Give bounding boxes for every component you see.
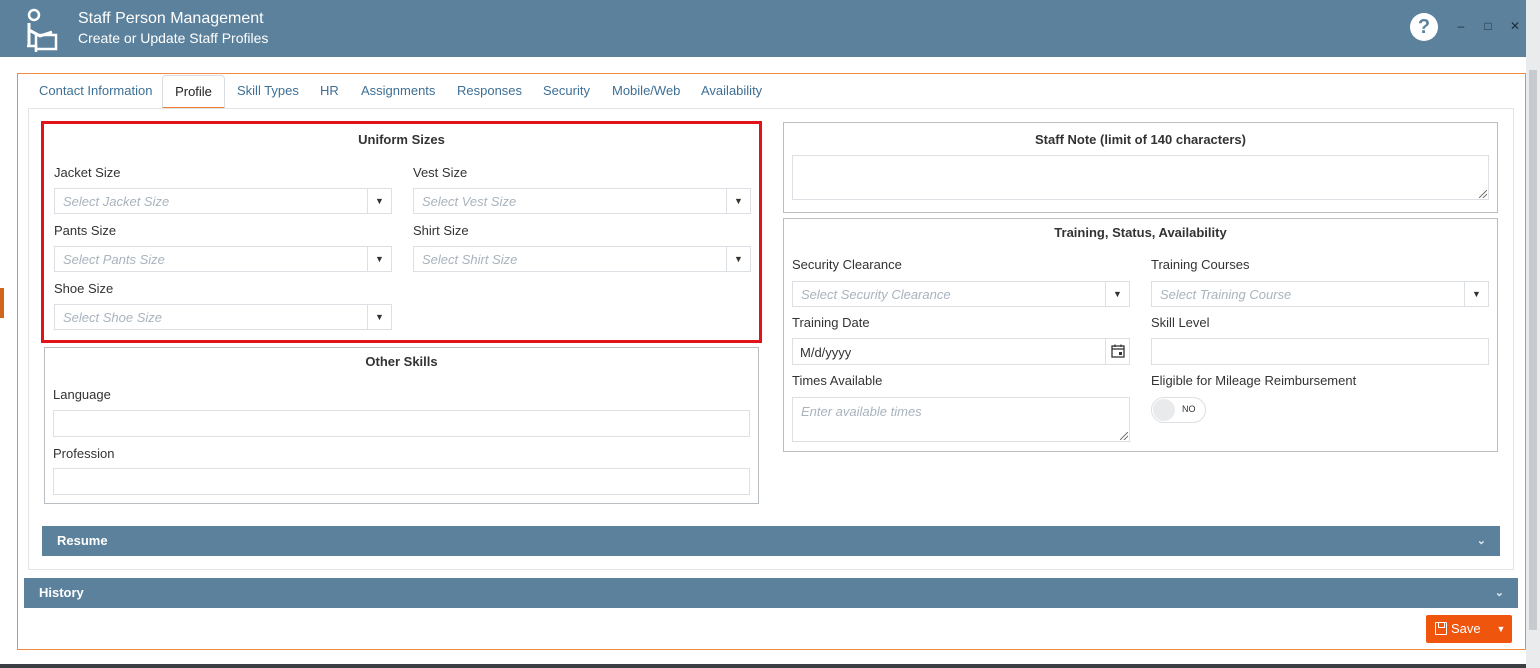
times-available-label: Times Available — [792, 373, 883, 388]
skill-level-label: Skill Level — [1151, 315, 1210, 330]
close-button[interactable]: ✕ — [1507, 18, 1523, 34]
history-section-header[interactable]: History ⌄ — [24, 578, 1518, 608]
resize-grip-icon[interactable] — [1479, 190, 1487, 198]
chevron-down-icon[interactable]: ⌄ — [1477, 534, 1486, 547]
help-icon[interactable]: ? — [1410, 13, 1438, 41]
mileage-label: Eligible for Mileage Reimbursement — [1151, 373, 1357, 388]
left-edge-marker — [0, 288, 4, 318]
other-skills-title: Other Skills — [365, 354, 438, 369]
dropdown-arrow-icon[interactable]: ▼ — [1105, 282, 1129, 306]
window-scrollbar[interactable] — [1526, 0, 1540, 668]
toggle-knob — [1153, 399, 1175, 421]
chevron-down-icon[interactable]: ⌄ — [1495, 586, 1504, 599]
scrollbar-thumb[interactable] — [1529, 70, 1537, 630]
training-courses-select[interactable]: Select Training Course ▼ — [1151, 281, 1489, 307]
pants-size-placeholder: Select Pants Size — [63, 252, 165, 267]
shoe-size-label: Shoe Size — [54, 281, 114, 296]
training-date-input[interactable]: M/d/yyyy — [792, 338, 1130, 365]
shirt-size-label: Shirt Size — [413, 223, 469, 238]
dropdown-arrow-icon[interactable]: ▼ — [367, 247, 391, 271]
security-clearance-select[interactable]: Select Security Clearance ▼ — [792, 281, 1130, 307]
staff-note-title: Staff Note (limit of 140 characters) — [1035, 132, 1246, 147]
app-window: Staff Person Management Create or Update… — [0, 0, 1526, 668]
shirt-size-placeholder: Select Shirt Size — [422, 252, 518, 267]
mileage-toggle[interactable]: NO — [1151, 397, 1206, 423]
training-courses-label: Training Courses — [1151, 257, 1250, 272]
dropdown-arrow-icon[interactable]: ▼ — [367, 305, 391, 329]
profession-label: Profession — [53, 446, 115, 461]
training-courses-placeholder: Select Training Course — [1160, 287, 1292, 302]
staff-person-icon — [27, 8, 58, 52]
tab-profile[interactable]: Profile — [162, 75, 225, 109]
window-title: Staff Person Management — [78, 10, 264, 27]
save-button[interactable]: Save ▼ — [1426, 615, 1512, 643]
shirt-size-select[interactable]: Select Shirt Size ▼ — [413, 246, 751, 272]
tab-skill-types[interactable]: Skill Types — [237, 75, 299, 109]
uniform-sizes-title: Uniform Sizes — [358, 132, 445, 147]
security-clearance-label: Security Clearance — [792, 257, 902, 272]
staff-note-textarea[interactable] — [792, 155, 1489, 200]
tab-contact-information[interactable]: Contact Information — [39, 75, 152, 109]
tab-security[interactable]: Security — [543, 75, 590, 109]
jacket-size-placeholder: Select Jacket Size — [63, 194, 170, 209]
vest-size-placeholder: Select Vest Size — [422, 194, 517, 209]
resize-grip-icon[interactable] — [1120, 432, 1128, 440]
uniform-sizes-section: Uniform Sizes Jacket Size Select Jacket … — [41, 121, 762, 343]
jacket-size-label: Jacket Size — [54, 165, 121, 180]
language-input[interactable] — [53, 410, 750, 437]
skill-level-input[interactable] — [1151, 338, 1489, 365]
other-skills-section: Other Skills Language Profession — [44, 347, 759, 504]
dropdown-arrow-icon[interactable]: ▼ — [1464, 282, 1488, 306]
dropdown-arrow-icon[interactable]: ▼ — [367, 189, 391, 213]
language-label: Language — [53, 387, 111, 402]
tab-availability[interactable]: Availability — [701, 75, 762, 109]
tab-mobile-web[interactable]: Mobile/Web — [612, 75, 680, 109]
maximize-button[interactable]: □ — [1480, 18, 1496, 34]
training-status-section: Training, Status, Availability Security … — [783, 218, 1498, 452]
training-date-value: M/d/yyyy — [800, 345, 852, 360]
times-available-textarea[interactable]: Enter available times — [792, 397, 1130, 442]
resume-label: Resume — [57, 533, 108, 548]
tab-responses[interactable]: Responses — [457, 75, 522, 109]
history-label: History — [39, 585, 84, 600]
resume-section-header[interactable]: Resume ⌄ — [42, 526, 1500, 556]
tab-hr[interactable]: HR — [320, 75, 339, 109]
save-button-label[interactable]: Save — [1426, 615, 1488, 643]
calendar-icon[interactable] — [1105, 339, 1129, 364]
security-clearance-placeholder: Select Security Clearance — [801, 287, 951, 302]
training-date-label: Training Date — [792, 315, 870, 330]
staff-note-section: Staff Note (limit of 140 characters) — [783, 122, 1498, 213]
jacket-size-select[interactable]: Select Jacket Size ▼ — [54, 188, 392, 214]
bottom-edge — [0, 664, 1526, 668]
times-available-placeholder: Enter available times — [801, 404, 922, 419]
shoe-size-select[interactable]: Select Shoe Size ▼ — [54, 304, 392, 330]
training-status-title: Training, Status, Availability — [1054, 225, 1227, 240]
dropdown-arrow-icon[interactable]: ▼ — [726, 189, 750, 213]
mileage-toggle-text: NO — [1182, 404, 1196, 414]
minimize-button[interactable]: – — [1453, 18, 1469, 34]
save-options-caret[interactable]: ▼ — [1490, 615, 1512, 643]
shoe-size-placeholder: Select Shoe Size — [63, 310, 163, 325]
profession-input[interactable] — [53, 468, 750, 495]
window-subtitle: Create or Update Staff Profiles — [78, 30, 269, 46]
tab-assignments[interactable]: Assignments — [361, 75, 435, 109]
title-bar: Staff Person Management Create or Update… — [0, 0, 1526, 57]
vest-size-select[interactable]: Select Vest Size ▼ — [413, 188, 751, 214]
pants-size-label: Pants Size — [54, 223, 117, 238]
pants-size-select[interactable]: Select Pants Size ▼ — [54, 246, 392, 272]
dropdown-arrow-icon[interactable]: ▼ — [726, 247, 750, 271]
vest-size-label: Vest Size — [413, 165, 468, 180]
